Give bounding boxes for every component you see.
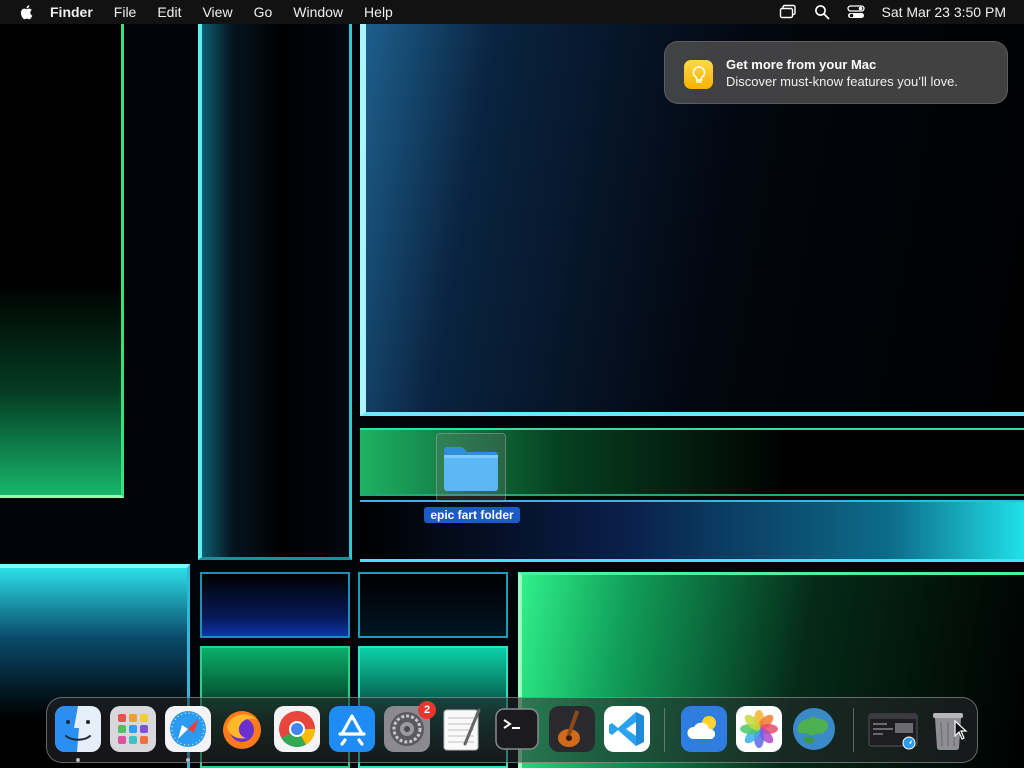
menu-window[interactable]: Window — [293, 4, 343, 20]
menu-bar-clock[interactable]: Sat Mar 23 3:50 PM — [881, 4, 1006, 20]
dock-app-app-store[interactable] — [329, 706, 375, 752]
dock-app-chrome[interactable] — [274, 706, 320, 752]
dock-app-weather[interactable] — [681, 706, 727, 752]
menu-bar-status-area: Sat Mar 23 3:50 PM — [779, 0, 1024, 24]
dock-minimized-window[interactable] — [867, 706, 919, 752]
terminal-icon — [494, 706, 540, 752]
dock-app-firefox[interactable] — [219, 706, 265, 752]
lightbulb-icon — [684, 60, 713, 89]
vscode-icon — [604, 706, 650, 752]
desktop-folder-item[interactable]: epic fart folder — [424, 433, 520, 525]
dock-app-photos[interactable] — [736, 706, 782, 752]
desktop-wallpaper — [0, 0, 1024, 768]
app-store-icon — [329, 706, 375, 752]
menu-view[interactable]: View — [202, 4, 232, 20]
mouse-cursor-icon — [954, 719, 968, 740]
notification-badge: 2 — [418, 701, 436, 719]
wallpaper-panel — [358, 572, 508, 638]
dock-app-system-settings[interactable]: 2 — [384, 701, 436, 752]
wallpaper-panel — [200, 572, 350, 638]
dock-app-world-map[interactable] — [791, 706, 837, 752]
dock-app-finder[interactable] — [55, 706, 101, 752]
menu-bar: Finder File Edit View Go Window Help Sat… — [0, 0, 1024, 24]
control-center-icon[interactable] — [847, 3, 866, 21]
dock-app-terminal[interactable] — [494, 706, 540, 752]
menu-file[interactable]: File — [114, 4, 137, 20]
wallpaper-panel — [0, 24, 124, 498]
wallpaper-panel — [198, 24, 352, 560]
dock-app-textedit[interactable] — [439, 706, 485, 752]
notification-banner[interactable]: Get more from your Mac Discover must-kno… — [664, 41, 1008, 104]
menu-app-name[interactable]: Finder — [50, 4, 93, 20]
menu-edit[interactable]: Edit — [157, 4, 181, 20]
folder-icon — [442, 442, 500, 494]
dock-app-vscode[interactable] — [604, 706, 650, 752]
dock-app-launchpad[interactable] — [110, 706, 156, 752]
minimized-window-icon — [867, 706, 919, 752]
running-indicator — [76, 758, 80, 762]
spotlight-search-icon[interactable] — [813, 3, 831, 21]
menu-help[interactable]: Help — [364, 4, 393, 20]
photos-icon — [736, 706, 782, 752]
apple-menu-icon[interactable] — [18, 3, 36, 21]
notification-body: Discover must-know features you’ll love. — [726, 74, 958, 89]
finder-icon — [55, 706, 101, 752]
world-map-icon — [791, 706, 837, 752]
safari-icon — [165, 706, 211, 752]
launchpad-icon — [110, 706, 156, 752]
notification-title: Get more from your Mac — [726, 57, 877, 72]
dock: 2 — [46, 697, 978, 763]
weather-icon — [681, 706, 727, 752]
dock-app-garageband[interactable] — [549, 706, 595, 752]
textedit-icon — [439, 706, 485, 752]
firefox-icon — [219, 706, 265, 752]
screen-mirroring-icon[interactable] — [779, 3, 797, 21]
garageband-icon — [549, 706, 595, 752]
dock-app-safari[interactable] — [165, 706, 211, 752]
dock-separator — [664, 708, 665, 752]
running-indicator — [186, 758, 190, 762]
dock-separator — [853, 708, 854, 752]
chrome-icon — [274, 706, 320, 752]
desktop-folder-label[interactable]: epic fart folder — [424, 507, 520, 523]
menu-go[interactable]: Go — [254, 4, 273, 20]
